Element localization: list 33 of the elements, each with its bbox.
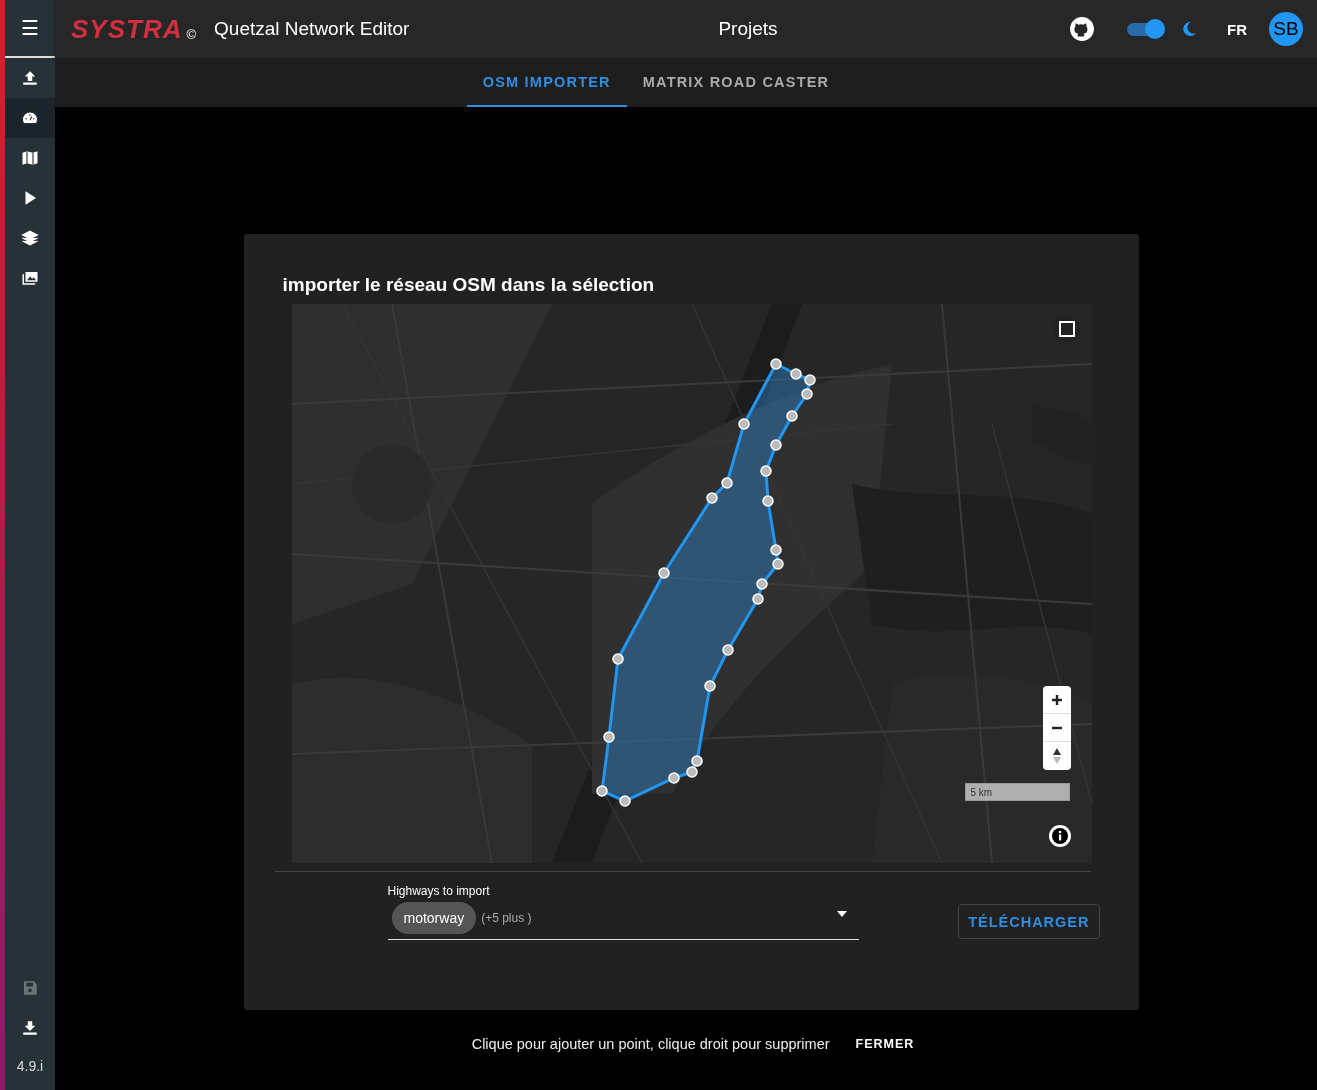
compass-icon	[1051, 748, 1062, 764]
language-button[interactable]: FR	[1227, 20, 1247, 38]
version-label: 4.9.i	[15, 1057, 45, 1076]
highways-select[interactable]: Highways to import motorway (+5 plus )	[387, 884, 860, 940]
tab[interactable]: MATRIX ROAD CASTER	[626, 58, 846, 107]
caret-icon	[837, 911, 848, 917]
app-title: Quetzal Network Editor	[214, 18, 410, 40]
copyright-mark: ©	[186, 26, 197, 42]
gauge-icon	[21, 109, 39, 127]
images-icon	[21, 269, 39, 287]
dialog-title: importer le réseau OSM dans la sélection	[282, 274, 656, 296]
more-count: (+5 plus )	[481, 911, 533, 925]
download-button[interactable]: TÉLÉCHARGER	[958, 904, 1100, 939]
download-icon	[21, 1019, 39, 1037]
moon-icon	[1181, 21, 1197, 37]
snackbar-message: Clique pour ajouter un point, clique droit pour supprimer	[471, 1036, 830, 1052]
logo: SYSTRA	[71, 13, 183, 45]
user-avatar[interactable]: SB	[1269, 12, 1303, 46]
save-icon	[21, 979, 39, 997]
info-icon[interactable]	[1047, 824, 1072, 848]
github-icon[interactable]	[1069, 16, 1095, 42]
page-title: Projets	[718, 18, 779, 40]
chip: motorway	[391, 902, 477, 934]
plus-icon	[1050, 693, 1063, 706]
upload-icon	[21, 69, 39, 87]
map-icon	[21, 149, 39, 167]
close-button[interactable]: FERMER	[849, 1036, 921, 1052]
tab[interactable]: OSM IMPORTER	[466, 58, 627, 107]
sidebar-item[interactable]	[5, 98, 55, 138]
selection-polygon[interactable]	[595, 358, 816, 807]
dark-mode-switch[interactable]	[1127, 19, 1167, 39]
layers-icon	[21, 229, 39, 247]
scale-bar: 5 km	[964, 783, 1070, 801]
